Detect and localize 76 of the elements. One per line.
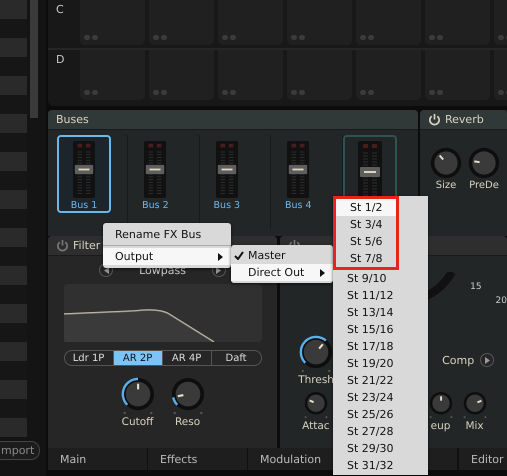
filter-mode-tab[interactable]: Daft (212, 351, 261, 365)
fader-handle[interactable] (360, 167, 380, 177)
bus-label: Bus 1 (70, 200, 98, 211)
submenu-arrow-icon (320, 268, 325, 276)
knob[interactable] (120, 376, 156, 416)
menu-item[interactable]: St 17/18 (333, 338, 428, 355)
checkmark-icon (234, 251, 244, 260)
pad-dots-icon (222, 90, 236, 95)
panel-title: Filter (73, 239, 100, 252)
pad-dots-icon (291, 90, 305, 95)
pad-dots-icon (360, 90, 374, 95)
knob-label: Cutoff (122, 416, 154, 428)
pad-dots-icon (291, 35, 305, 40)
row-label: D (55, 52, 66, 68)
panel-title: Reverb (445, 113, 484, 126)
pad-dots-icon (429, 90, 443, 95)
menu-item[interactable]: St 11/12 (333, 287, 428, 304)
bus-channel[interactable]: Bus 2 (128, 135, 182, 213)
knob-label: eup (430, 420, 450, 432)
filter-type-label: Lowpass (139, 264, 186, 276)
left-arrow-icon (104, 266, 110, 274)
row-label: C (55, 2, 65, 18)
bus-label: Bus 2 (142, 200, 169, 211)
scale-label: 20 (496, 295, 507, 306)
scale-label: 15 (470, 282, 482, 294)
pad-dots-icon (84, 90, 98, 95)
knob-label: PreDe (469, 180, 499, 191)
knob-label: Reso (174, 416, 200, 428)
import-button[interactable]: mport (0, 441, 40, 460)
knob[interactable] (298, 334, 334, 374)
menu-item[interactable]: Master (231, 247, 333, 264)
pad-dots-icon (360, 35, 374, 40)
bus-label: Bus 3 (214, 200, 240, 211)
pad-dots-icon (84, 35, 98, 40)
menu-item[interactable]: St 1/2 (336, 199, 396, 216)
right-arrow-icon (216, 266, 222, 274)
right-arrow-icon (484, 356, 491, 364)
submenu-arrow-icon (218, 252, 223, 260)
filter-mode-tab[interactable]: AR 4P (162, 351, 212, 365)
menu-item[interactable]: St 13/14 (333, 304, 428, 321)
menu-item[interactable]: St 7/8 (336, 250, 396, 267)
menu-item[interactable]: St 15/16 (333, 321, 428, 338)
menu-item[interactable]: St 3/4 (336, 216, 396, 233)
menu-item[interactable]: St 9/10 (333, 270, 428, 287)
page-tab[interactable]: Main (48, 448, 148, 470)
bus-label: Bus 4 (284, 200, 312, 211)
menu-item[interactable]: St 5/6 (336, 233, 396, 250)
knob-label: Thresh (298, 374, 334, 386)
knob-label: Mix (465, 420, 484, 432)
pad-dots-icon (222, 35, 236, 40)
filter-mode-tab[interactable]: AR 2P (114, 351, 163, 365)
panel-title: Buses (56, 113, 89, 126)
knob-label: Attac (302, 420, 330, 432)
scrollbar[interactable] (30, 0, 38, 118)
menu-item[interactable]: St 21/22 (333, 372, 428, 389)
pad-dots-icon (153, 90, 167, 95)
menu-item[interactable]: St 25/26 (333, 406, 428, 423)
menu-item[interactable]: Output (103, 248, 231, 265)
knob[interactable] (428, 390, 454, 420)
page-tab[interactable]: Effects (148, 448, 248, 470)
menu-item[interactable]: St 29/30 (333, 440, 428, 457)
menu-item[interactable]: St 31/32 (333, 457, 428, 474)
power-icon[interactable] (428, 113, 441, 126)
comp-mode-label: Comp (442, 354, 474, 366)
menu-item[interactable]: St 19/20 (333, 355, 428, 372)
pad-dots-icon (153, 35, 167, 40)
pad-dots-icon (429, 35, 443, 40)
bus-channel[interactable]: Bus 3 (200, 135, 254, 213)
menu-item[interactable]: Direct Out (231, 264, 333, 281)
knob-label: Size (436, 180, 456, 191)
bus-channel[interactable]: Bus 4 (271, 135, 326, 213)
menu-item[interactable]: St 27/28 (333, 423, 428, 440)
bus-channel[interactable]: Bus 1 (57, 135, 111, 213)
page-tab[interactable]: Editor (458, 448, 507, 470)
menu-item[interactable]: St 23/24 (333, 389, 428, 406)
menu-item[interactable]: Rename FX Bus (103, 226, 231, 243)
